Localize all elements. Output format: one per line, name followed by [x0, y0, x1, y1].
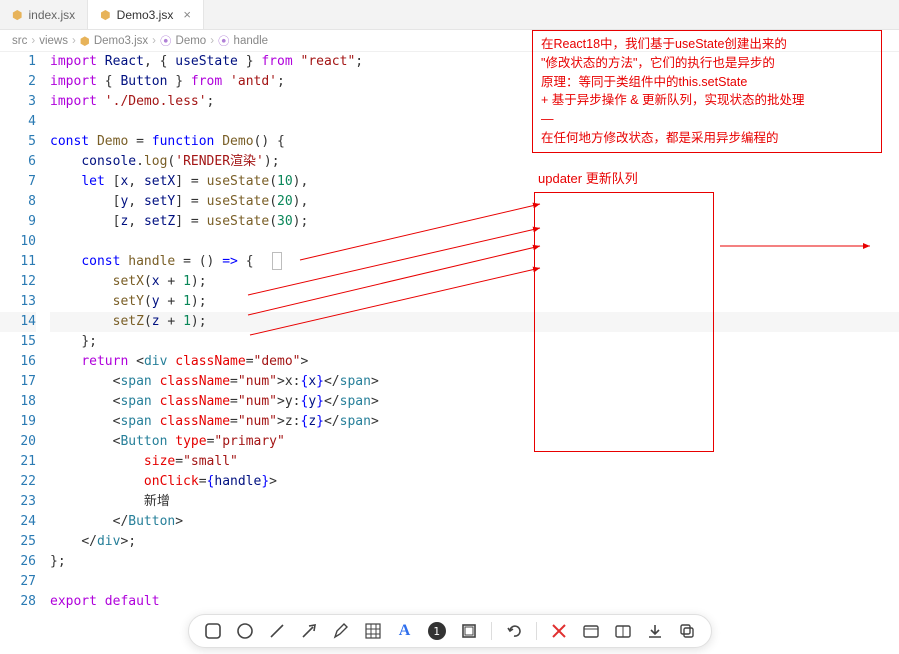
- line-number: 8: [0, 192, 36, 212]
- copy-icon[interactable]: [677, 621, 697, 641]
- line-number: 28: [0, 592, 36, 612]
- annotation-line: 在任何地方修改状态，都是采用异步编程的: [541, 129, 873, 148]
- code-line: <span className="num">y:{y}</span>: [50, 392, 899, 412]
- code-line: <Button type="primary": [50, 432, 899, 452]
- crumb[interactable]: Demo3.jsx: [94, 35, 148, 47]
- line-number: 21: [0, 452, 36, 472]
- rectangle-tool-icon[interactable]: [203, 621, 223, 641]
- line-number: 2: [0, 72, 36, 92]
- pin-window-icon[interactable]: [581, 621, 601, 641]
- code-line: [y, setY] = useState(20),: [50, 192, 899, 212]
- tab-demo3-jsx[interactable]: ⬢ Demo3.jsx ×: [88, 0, 204, 29]
- pencil-tool-icon[interactable]: [331, 621, 351, 641]
- annotation-line: + 基于异步操作 & 更新队列，实现状态的批处理: [541, 91, 873, 110]
- crumb[interactable]: handle: [234, 35, 269, 47]
- download-icon[interactable]: [645, 621, 665, 641]
- symbol-icon: ⦿: [160, 33, 172, 49]
- mosaic-tool-icon[interactable]: [363, 621, 383, 641]
- line-number: 13: [0, 292, 36, 312]
- tab-label: Demo3.jsx: [117, 8, 174, 22]
- line-number: 18: [0, 392, 36, 412]
- step-badge[interactable]: 1: [427, 621, 447, 641]
- code-line: </div>;: [50, 532, 899, 552]
- code-line: const handle = () => {: [50, 252, 899, 272]
- crumb[interactable]: views: [39, 35, 68, 47]
- react-file-icon: ⬢: [12, 8, 22, 22]
- toolbar-separator: [536, 622, 537, 640]
- screenshot-toolbar: A 1: [188, 614, 712, 648]
- close-icon[interactable]: [549, 621, 569, 641]
- line-number: 4: [0, 112, 36, 132]
- code-line: export default: [50, 592, 899, 612]
- line-number: 24: [0, 512, 36, 532]
- line-number: 23: [0, 492, 36, 512]
- close-icon[interactable]: ×: [183, 7, 191, 22]
- tab-label: index.jsx: [28, 8, 75, 22]
- annotation-line: —: [541, 110, 873, 129]
- line-number: 20: [0, 432, 36, 452]
- code-line: <span className="num">x:{x}</span>: [50, 372, 899, 392]
- circle-tool-icon[interactable]: [235, 621, 255, 641]
- annotation-queue-label: updater 更新队列: [538, 168, 638, 187]
- chevron-right-icon: ›: [210, 35, 214, 47]
- toolbar-separator: [491, 622, 492, 640]
- line-number: 19: [0, 412, 36, 432]
- line-number-gutter: 1 2 3 4 5 6 7 8 9 10 11 12 13 14 15 16 1…: [0, 52, 50, 654]
- crop-tool-icon[interactable]: [459, 621, 479, 641]
- code-line: onClick={handle}>: [50, 472, 899, 492]
- code-line: size="small": [50, 452, 899, 472]
- annotation-note-box: 在React18中，我们基于useState创建出来的 "修改状态的方法"，它们…: [532, 30, 882, 153]
- code-line: setZ(z + 1);: [50, 312, 899, 332]
- editor-tabs: ⬢ index.jsx ⬢ Demo3.jsx ×: [0, 0, 899, 30]
- line-number: 7: [0, 172, 36, 192]
- line-number: 9: [0, 212, 36, 232]
- annotation-line: 在React18中，我们基于useState创建出来的: [541, 35, 873, 54]
- line-number: 15: [0, 332, 36, 352]
- undo-icon[interactable]: [504, 621, 524, 641]
- copy-window-icon[interactable]: [613, 621, 633, 641]
- code-line: };: [50, 332, 899, 352]
- line-number: 25: [0, 532, 36, 552]
- code-line: setY(y + 1);: [50, 292, 899, 312]
- code-line: let [x, setX] = useState(10),: [50, 172, 899, 192]
- line-number: 6: [0, 152, 36, 172]
- code-line: <span className="num">z:{z}</span>: [50, 412, 899, 432]
- chevron-right-icon: ›: [31, 35, 35, 47]
- chevron-right-icon: ›: [72, 35, 76, 47]
- code-line: return <div className="demo">: [50, 352, 899, 372]
- line-number: 22: [0, 472, 36, 492]
- chevron-right-icon: ›: [152, 35, 156, 47]
- line-number: 14: [0, 312, 36, 332]
- text-tool-icon[interactable]: A: [395, 621, 415, 641]
- annotation-line: "修改状态的方法"，它们的执行也是异步的: [541, 54, 873, 73]
- line-number: 1: [0, 52, 36, 72]
- line-tool-icon[interactable]: [267, 621, 287, 641]
- line-number: 10: [0, 232, 36, 252]
- react-file-icon: ⬢: [100, 8, 110, 22]
- code-line: 新增: [50, 492, 899, 512]
- annotation-line: 原理：等同于类组件中的this.setState: [541, 73, 873, 92]
- react-file-icon: ⬢: [80, 34, 90, 48]
- line-number: 5: [0, 132, 36, 152]
- line-number: 11: [0, 252, 36, 272]
- code-line: </Button>: [50, 512, 899, 532]
- line-number: 12: [0, 272, 36, 292]
- code-line: [50, 232, 899, 252]
- crumb[interactable]: Demo: [176, 35, 207, 47]
- line-number: 26: [0, 552, 36, 572]
- code-line: };: [50, 552, 899, 572]
- code-line: [z, setZ] = useState(30);: [50, 212, 899, 232]
- code-line: setX(x + 1);: [50, 272, 899, 292]
- arrow-tool-icon[interactable]: [299, 621, 319, 641]
- line-number: 3: [0, 92, 36, 112]
- line-number: 17: [0, 372, 36, 392]
- tab-index-jsx[interactable]: ⬢ index.jsx: [0, 0, 88, 29]
- symbol-icon: ⦿: [218, 33, 230, 49]
- code-line: console.log('RENDER渲染');: [50, 152, 899, 172]
- crumb[interactable]: src: [12, 35, 27, 47]
- annotation-queue-rect: [534, 192, 714, 452]
- code-line: [50, 572, 899, 592]
- line-number: 27: [0, 572, 36, 592]
- line-number: 16: [0, 352, 36, 372]
